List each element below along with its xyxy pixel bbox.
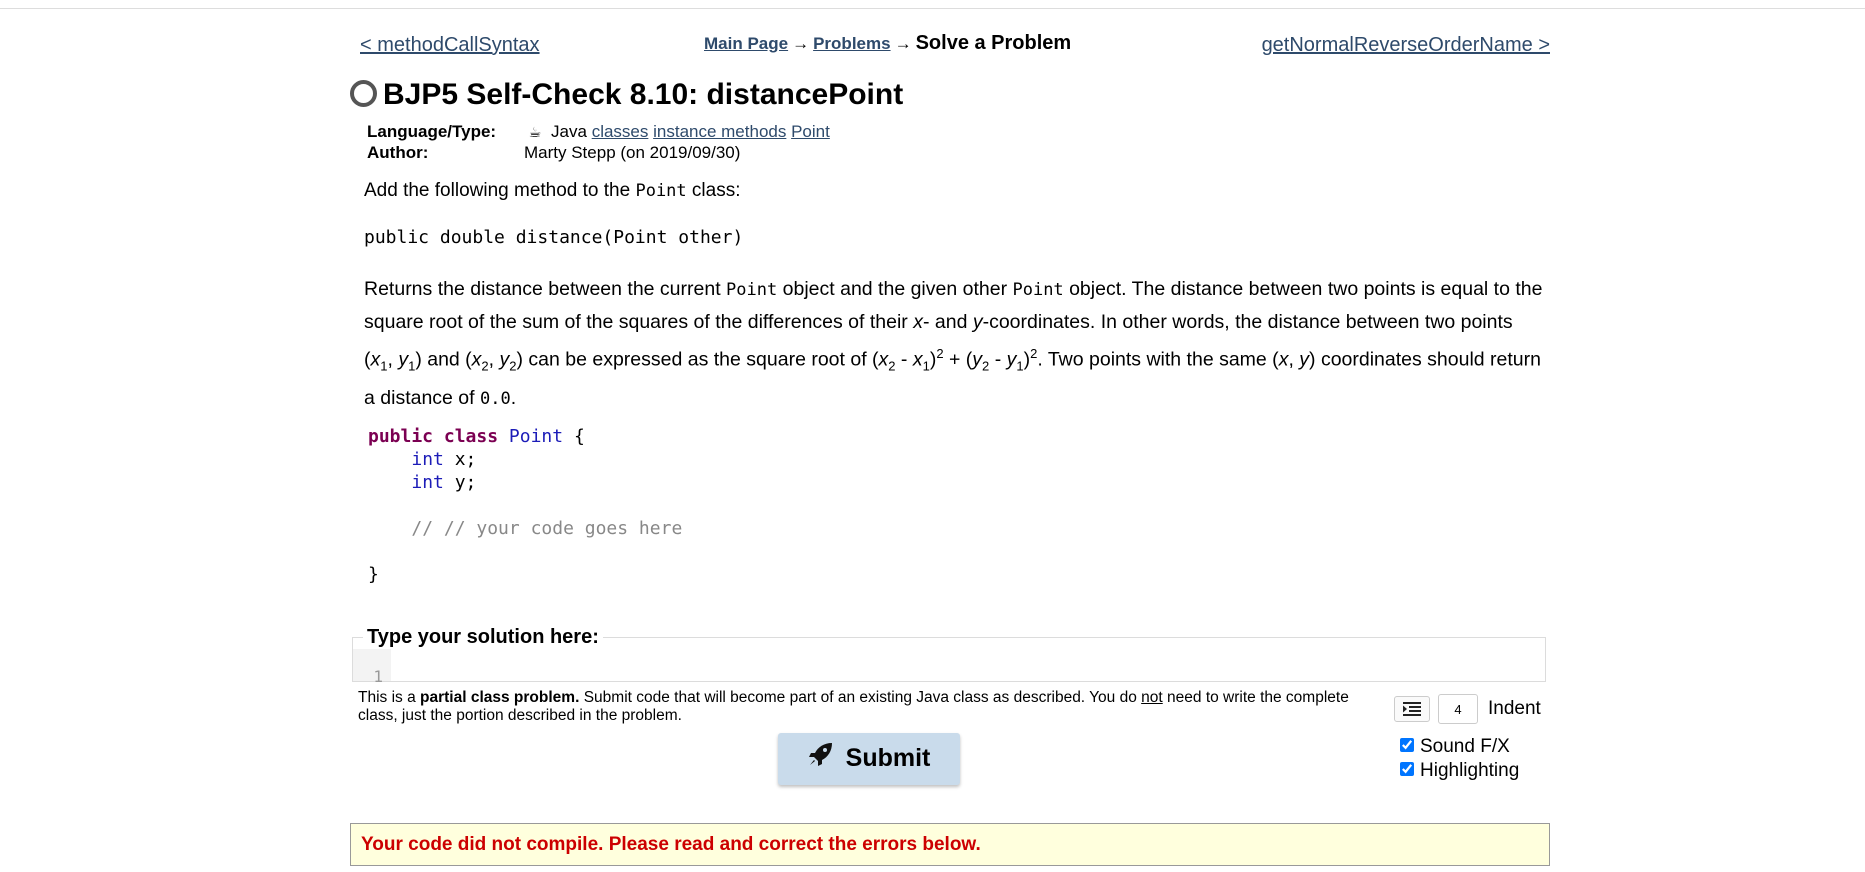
author-row: Author: Marty Stepp (on 2019/09/30) — [367, 143, 830, 164]
highlighting-toggle[interactable]: Highlighting — [1400, 760, 1519, 782]
math-sub: 1 — [380, 358, 388, 374]
math-var: x — [878, 348, 889, 371]
code-keyword: public — [368, 426, 434, 447]
language-row: Language/Type: ☕ Java classes instance m… — [367, 122, 830, 143]
code-field: x; — [454, 449, 477, 470]
problem-description: Returns the distance between the current… — [364, 278, 1543, 410]
inline-code: Point — [726, 280, 778, 300]
submit-label: Submit — [845, 743, 931, 772]
solution-legend: Type your solution here: — [367, 626, 599, 648]
sound-fx-label: Sound F/X — [1420, 736, 1510, 757]
breadcrumb-separator: → — [894, 34, 912, 53]
breadcrumb-separator: → — [792, 34, 810, 53]
breadcrumb: Main Page → Problems → Solve a Problem — [704, 32, 1071, 55]
compile-error-message: Your code did not compile. Please read a… — [350, 823, 1550, 866]
tag-classes[interactable]: classes — [592, 122, 649, 141]
sound-fx-toggle[interactable]: Sound F/X — [1400, 736, 1510, 758]
indent-button[interactable] — [1394, 696, 1430, 722]
math-sub: 1 — [1016, 358, 1024, 374]
problem-intro: Add the following method to the Point cl… — [364, 176, 1534, 206]
math-sup: 2 — [936, 346, 944, 361]
note-text: Submit code that will become part of an … — [579, 689, 1142, 706]
description-text: - and — [922, 311, 973, 333]
math-var: y — [972, 311, 983, 333]
line-number: 1 — [373, 667, 383, 686]
breadcrumb-main-page[interactable]: Main Page — [704, 34, 788, 53]
note-bold: partial class problem. — [420, 689, 580, 706]
tag-instance-methods[interactable]: instance methods — [653, 122, 786, 141]
intro-text: class: — [686, 180, 741, 201]
math-var: x — [1278, 348, 1289, 371]
intro-text: Add the following method to the — [364, 180, 636, 201]
math-var: x — [471, 348, 482, 371]
solution-editor[interactable]: Type your solution here: 1 — [352, 626, 1546, 686]
code-brace: } — [368, 564, 379, 585]
math-sub: 2 — [888, 358, 896, 374]
math-sub: 2 — [982, 358, 990, 374]
language-value: Java — [551, 122, 587, 141]
math-sub: 1 — [408, 358, 416, 374]
inline-code: 0.0 — [480, 389, 511, 410]
language-label: Language/Type: — [367, 122, 497, 141]
rocket-icon — [808, 741, 834, 774]
breadcrumb-problems[interactable]: Problems — [813, 34, 890, 53]
method-signature: public double distance(Point other) — [364, 227, 744, 248]
inline-code: Point — [635, 181, 687, 201]
code-class-name: Point — [508, 426, 564, 447]
code-type: int — [411, 472, 444, 493]
math-var: x — [370, 348, 381, 371]
prev-problem-link[interactable]: < methodCallSyntax — [360, 34, 540, 57]
math-var: y — [499, 348, 510, 371]
code-comment: // // your code goes here — [411, 518, 683, 539]
note-underline: not — [1141, 689, 1163, 706]
sound-fx-checkbox[interactable] — [1400, 737, 1414, 752]
math-var: y — [398, 348, 409, 371]
math-sub: 2 — [481, 358, 489, 374]
java-coffee-icon: ☕ — [528, 124, 542, 140]
class-skeleton-code: public class Point { int x; int y; // //… — [368, 425, 682, 586]
tag-point[interactable]: Point — [791, 122, 830, 141]
code-keyword: class — [443, 426, 499, 447]
math-var: y — [1299, 348, 1310, 371]
problem-title: BJP5 Self-Check 8.10: distancePoint — [383, 78, 904, 111]
code-type: int — [411, 449, 444, 470]
description-text: . — [510, 387, 517, 410]
breadcrumb-current: Solve a Problem — [915, 32, 1072, 54]
indent-icon — [1403, 702, 1421, 716]
problem-page: < methodCallSyntax Main Page → Problems → So… — [350, 0, 1550, 872]
math-sub: 1 — [922, 358, 930, 374]
description-text: . Two points with the same ( — [1037, 348, 1279, 371]
note-text: This is a — [358, 689, 421, 706]
next-problem-link[interactable]: getNormalReverseOrderName > — [1262, 34, 1550, 57]
author-label: Author: — [367, 143, 429, 162]
line-number-gutter: 1 — [353, 649, 391, 686]
highlighting-checkbox[interactable] — [1400, 761, 1414, 776]
submit-button[interactable]: Submit — [778, 733, 960, 785]
highlighting-label: Highlighting — [1420, 760, 1520, 781]
description-text: object and the given other — [777, 278, 1013, 300]
indent-label: Indent — [1488, 698, 1541, 719]
partial-class-note: This is a partial class problem. Submit … — [358, 689, 1368, 725]
author-value: Marty Stepp (on 2019/09/30) — [524, 143, 741, 162]
indent-size-input[interactable] — [1438, 694, 1478, 724]
problem-metadata: Language/Type: ☕ Java classes instance m… — [367, 122, 830, 164]
unsolved-status-icon — [350, 79, 377, 107]
math-var: x — [913, 311, 923, 333]
description-text: ) can be expressed as the square root of… — [516, 348, 879, 371]
code-brace: { — [573, 426, 585, 447]
description-text: Returns the distance between the current — [364, 278, 727, 300]
math-var: y — [972, 348, 983, 371]
code-field: y; — [454, 472, 477, 493]
math-var: x — [912, 348, 923, 371]
page-title: BJP5 Self-Check 8.10: distancePoint — [350, 78, 903, 112]
inline-code: Point — [1012, 280, 1064, 300]
math-var: y — [1006, 348, 1017, 371]
